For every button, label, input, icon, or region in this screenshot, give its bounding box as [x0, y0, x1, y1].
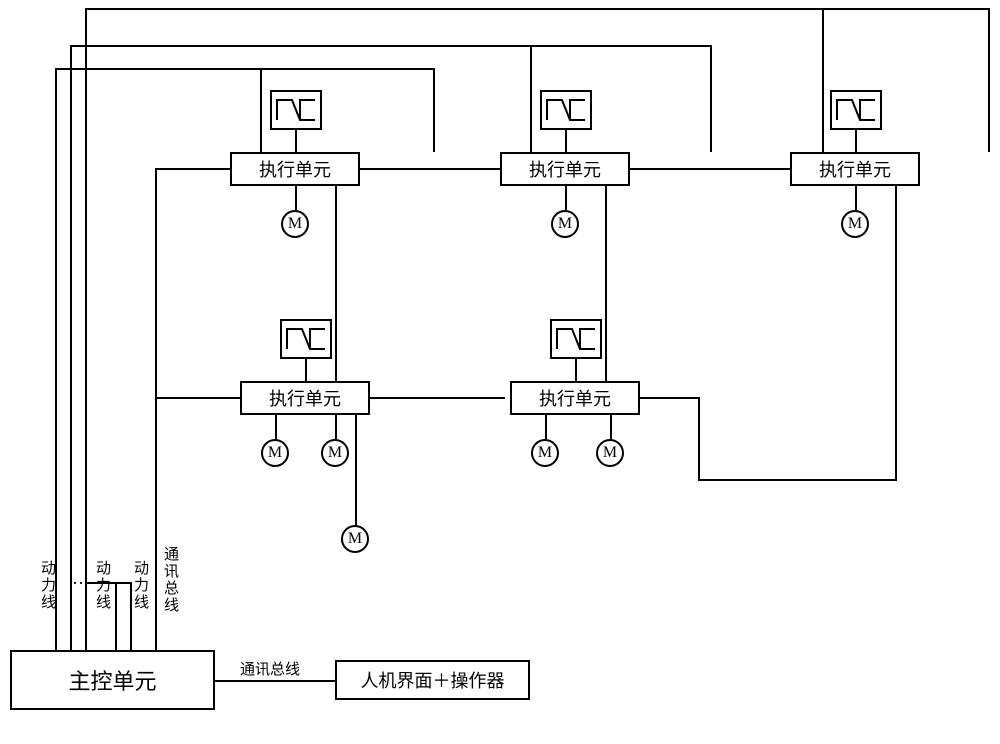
power-bus-3-right [988, 8, 990, 152]
row2-right-tie-v [698, 397, 700, 481]
motor-icon: M [281, 210, 309, 238]
e3-m-stub [855, 186, 857, 210]
power-line-label-2: 动力线 [92, 560, 113, 611]
hmi-label: 人机界面＋操作器 [361, 667, 505, 693]
power-feed-2 [70, 45, 72, 650]
e4-m2-stub [335, 415, 337, 439]
motor-label: M [268, 444, 282, 462]
main-controller: 主控单元 [10, 650, 215, 710]
exec-unit-5: 执行单元 [510, 381, 640, 415]
hmi-block: 人机界面＋操作器 [335, 660, 530, 700]
comm-bus-main-feed [155, 397, 157, 650]
motor-label: M [848, 215, 862, 233]
pwr-drop-e1 [260, 68, 262, 152]
e4-m1-stub [275, 415, 277, 439]
pwr-tap-e1-down [335, 186, 337, 397]
sensor2-stub [565, 130, 567, 152]
power-feed-3 [85, 8, 87, 650]
motor-icon: M [341, 525, 369, 553]
motor-icon: M [321, 439, 349, 467]
motor-icon: M [261, 439, 289, 467]
exec-unit-label: 执行单元 [539, 385, 611, 411]
comm-bus-drop-left [155, 168, 157, 397]
motor-icon: M [551, 210, 579, 238]
power-feed-4 [115, 582, 117, 650]
power-bus-2 [70, 45, 712, 47]
e4-m3-line [355, 415, 357, 525]
power-bus-2-right [710, 45, 712, 152]
pwr-tap-e2-down [605, 186, 607, 397]
sensor-icon [830, 90, 882, 130]
power-bus-1-right [433, 68, 435, 152]
sensor-icon [540, 90, 592, 130]
pwr-drop-e3 [822, 8, 824, 152]
pwr-tap-e3-h [700, 479, 897, 481]
motor-label: M [348, 530, 362, 548]
main-controller-label: 主控单元 [68, 664, 156, 696]
exec-unit-2: 执行单元 [500, 152, 630, 186]
motor-label: M [538, 444, 552, 462]
comm-bus-label-h: 通讯总线 [240, 658, 300, 679]
sensor4-stub [305, 359, 307, 381]
e5-m2-stub [610, 415, 612, 439]
motor-label: M [328, 444, 342, 462]
power-bus-1 [55, 68, 435, 70]
comm-bus-label-vert: 通讯总线 [160, 546, 181, 614]
sensor3-stub [855, 130, 857, 152]
pwr-drop-e2 [530, 45, 532, 152]
ellipsis-label: … [72, 568, 90, 589]
motor-label: M [558, 215, 572, 233]
sensor5-stub [575, 359, 577, 381]
power-line-label-1: 动力线 [37, 560, 58, 611]
e2-m-stub [565, 186, 567, 210]
sensor-icon [280, 319, 332, 359]
power-bus-3 [85, 8, 990, 10]
motor-icon: M [841, 210, 869, 238]
motor-label: M [603, 444, 617, 462]
main-to-hmi-line [215, 680, 335, 682]
pwr-tap-e3-down [895, 186, 897, 481]
motor-label: M [288, 215, 302, 233]
sensor-icon [550, 319, 602, 359]
exec-unit-1: 执行单元 [230, 152, 360, 186]
exec-unit-label: 执行单元 [259, 156, 331, 182]
sensor-icon [270, 90, 322, 130]
e5-m1-stub [545, 415, 547, 439]
exec-unit-label: 执行单元 [819, 156, 891, 182]
e1-m-stub [295, 186, 297, 210]
power-line-label-3: 动力线 [130, 560, 151, 611]
exec-unit-label: 执行单元 [529, 156, 601, 182]
exec-unit-4: 执行单元 [240, 381, 370, 415]
sensor1-stub [295, 130, 297, 152]
exec-unit-3: 执行单元 [790, 152, 920, 186]
motor-icon: M [531, 439, 559, 467]
row2-right-tie [640, 397, 700, 399]
motor-icon: M [596, 439, 624, 467]
exec-unit-label: 执行单元 [269, 385, 341, 411]
